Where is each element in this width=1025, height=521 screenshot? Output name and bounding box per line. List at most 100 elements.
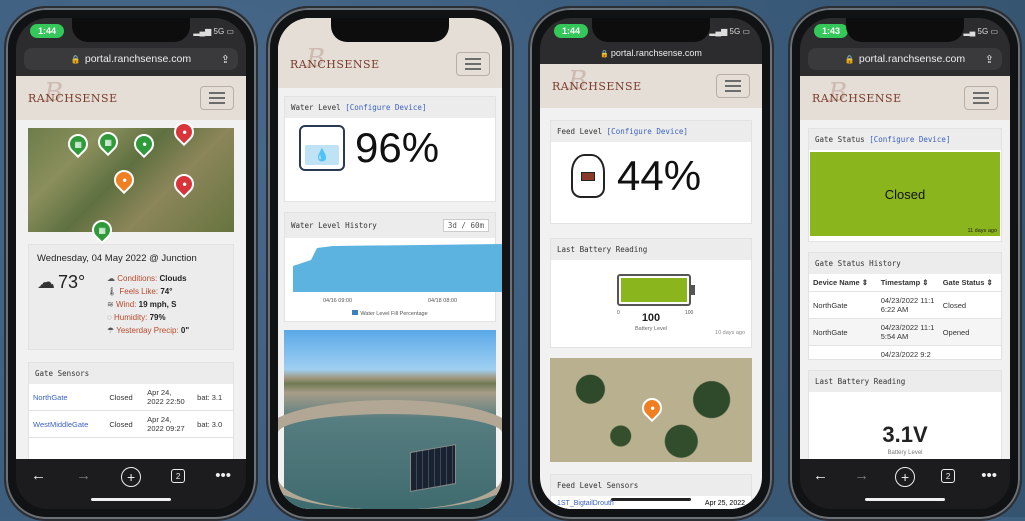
battery-title: Last Battery Reading: [809, 371, 1001, 392]
map-pin-alert[interactable]: ●: [169, 169, 199, 199]
url-bar[interactable]: 🔒 portal.ranchsense.com ⇪: [24, 48, 238, 70]
share-icon[interactable]: ⇪: [985, 53, 994, 66]
battery-voltage: 3.1V: [882, 422, 928, 447]
sort-icon: ⇕: [922, 278, 929, 287]
signal-icon: ▂▄▆ 5G ▭: [193, 26, 234, 36]
x-tick: 04/16 09:00: [322, 298, 353, 304]
notch: [72, 18, 190, 42]
gate-link[interactable]: NorthGate: [29, 384, 106, 411]
share-icon[interactable]: ⇪: [221, 53, 230, 66]
table-row[interactable]: NorthGate 04/23/2022 11:1 5:54 AM Opened: [809, 318, 1001, 346]
water-tank-photo: [278, 330, 502, 509]
tabs-icon[interactable]: 2: [941, 469, 956, 483]
more-icon[interactable]: •••: [215, 467, 231, 484]
gate-sensors-card: Gate Sensors NorthGate Closed Apr 24, 20…: [28, 362, 234, 462]
sort-icon: ⇕: [861, 278, 869, 287]
menu-button[interactable]: [200, 86, 234, 110]
feed-map[interactable]: ●: [550, 358, 752, 462]
url-label[interactable]: 🔒 portal.ranchsense.com: [540, 48, 762, 58]
forward-icon[interactable]: →: [854, 467, 869, 484]
battery-label: Battery Level: [887, 450, 923, 456]
browser-toolbar: ← → + 2 •••: [16, 459, 246, 509]
range-selector[interactable]: 3d / 60m: [442, 219, 489, 232]
table-row[interactable]: WestMiddleGate Closed Apr 24, 2022 09:27…: [29, 410, 233, 438]
ranchsense-logo[interactable]: B RANCHSENSE: [290, 44, 380, 74]
x-tick: 04/18 08:00: [427, 298, 458, 304]
wind-row: ≋ Wind: 19 mph, S: [107, 300, 177, 309]
ranchsense-logo[interactable]: B RANCHSENSE: [552, 66, 642, 96]
water-level-title: Water Level [Configure Device]: [285, 97, 495, 118]
map-pin-feed[interactable]: ●: [637, 393, 667, 423]
forward-icon[interactable]: →: [76, 467, 91, 484]
col-timestamp[interactable]: Timestamp ⇕: [876, 274, 939, 292]
new-tab-icon[interactable]: +: [895, 467, 916, 487]
weather-date: Wednesday, 04 May 2022 @ Junction: [37, 253, 197, 264]
map-pin-alert[interactable]: ●: [169, 117, 199, 147]
new-tab-icon[interactable]: +: [121, 467, 142, 487]
battery-fill: [621, 278, 687, 302]
map-pin-gate[interactable]: ▦: [93, 127, 123, 157]
phone-2: B RANCHSENSE Water Level [Configure Devic…: [266, 6, 514, 521]
umbrella-icon: ☂: [107, 326, 117, 335]
battery-title: Last Battery Reading: [551, 239, 751, 260]
gate-history-title: Gate Status History: [809, 253, 1001, 274]
battery-card: Last Battery Reading 0 100 100 Battery L…: [550, 238, 752, 348]
gate-state-panel: Closed 11 days ago: [810, 152, 1000, 236]
table-header: Device Name ⇕ Timestamp ⇕ Gate Status ⇕: [809, 274, 1001, 292]
phone-4: 1:43 ▂▄ 5G ▭ 🔒 portal.ranchsense.com ⇪ B…: [788, 6, 1022, 521]
water-level-value: 96%: [355, 124, 440, 171]
feed-bag-icon: [571, 154, 605, 198]
menu-button[interactable]: [716, 74, 750, 98]
tabs-icon[interactable]: 2: [171, 469, 186, 483]
gate-state: Closed: [884, 186, 926, 202]
notch: [846, 18, 964, 42]
ranchsense-logo[interactable]: B RANCHSENSE: [28, 78, 118, 108]
back-icon[interactable]: ←: [813, 467, 828, 484]
menu-button[interactable]: [964, 86, 998, 110]
col-device[interactable]: Device Name ⇕: [809, 274, 877, 292]
ranchsense-logo[interactable]: B RANCHSENSE: [812, 78, 902, 108]
map-pin-feed[interactable]: ●: [109, 165, 139, 195]
configure-device-link[interactable]: [Configure Device]: [345, 103, 426, 112]
signal-icon: ▂▄ 5G ▭: [963, 26, 999, 36]
col-status[interactable]: Gate Status ⇕: [938, 274, 1001, 292]
time: 1:44: [554, 24, 589, 38]
gate-link[interactable]: WestMiddleGate: [29, 410, 106, 438]
battery-value: 100: [641, 312, 661, 324]
precip-row: ☂ Yesterday Precip: 0": [107, 326, 190, 335]
feels-like-row: 🌡 Feels Like: 74°: [107, 287, 173, 296]
map-pin-water[interactable]: ●: [129, 129, 159, 159]
table-row[interactable]: NorthGate 04/23/2022 11:1 6:22 AM Closed: [809, 291, 1001, 319]
temperature: 73°: [58, 272, 86, 292]
menu-button[interactable]: [456, 52, 490, 76]
gate-sensors-table: NorthGate Closed Apr 24, 2022 22:50 bat:…: [29, 384, 233, 438]
feed-sensors-title: Feed Level Sensors: [551, 475, 751, 496]
feed-level-card: Feed Level [Configure Device] 44%: [550, 120, 752, 224]
site-header: B RANCHSENSE: [540, 64, 762, 108]
phone-1-screen: 1:44 ▂▄▆ 5G ▭ 🔒 portal.ranchsense.com ⇪ …: [16, 18, 246, 509]
url-text: portal.ranchsense.com: [858, 53, 966, 65]
gate-ago: 11 days ago: [967, 228, 997, 234]
feed-sensor-link[interactable]: 1ST_BigtailDrouth: [557, 500, 614, 507]
map-pin-gate[interactable]: ▦: [87, 215, 117, 245]
table-row[interactable]: 04/23/2022 9:2: [809, 345, 1001, 359]
sensor-map[interactable]: ▦ ▦ ● ● ● ● ▦: [28, 117, 234, 245]
feed-level-value: 44%: [617, 152, 702, 199]
feed-sensor-date: Apr 25, 2022: [704, 500, 745, 507]
url-bar[interactable]: 🔒 portal.ranchsense.com ⇪: [808, 48, 1002, 70]
notch: [592, 18, 710, 42]
signal-icon: ▂▄▆ 5G ▭: [709, 26, 750, 36]
gate-sensors-title: Gate Sensors: [29, 363, 233, 384]
gate-status: Closed: [938, 291, 1001, 319]
configure-device-link[interactable]: [Configure Device]: [869, 135, 950, 144]
map-pin-gate[interactable]: ▦: [63, 129, 93, 159]
lock-icon: 🔒: [70, 54, 81, 64]
table-row[interactable]: NorthGate Closed Apr 24, 2022 22:50 bat:…: [29, 384, 233, 411]
gate-battery: bat: 3.0: [193, 410, 233, 438]
configure-device-link[interactable]: [Configure Device]: [607, 127, 688, 136]
water-level-card: Water Level [Configure Device] 💧 96%: [284, 96, 496, 202]
thermometer-icon: 🌡: [107, 287, 120, 296]
more-icon[interactable]: •••: [981, 467, 997, 484]
back-icon[interactable]: ←: [31, 467, 46, 484]
site-header: B RANCHSENSE: [800, 76, 1010, 120]
